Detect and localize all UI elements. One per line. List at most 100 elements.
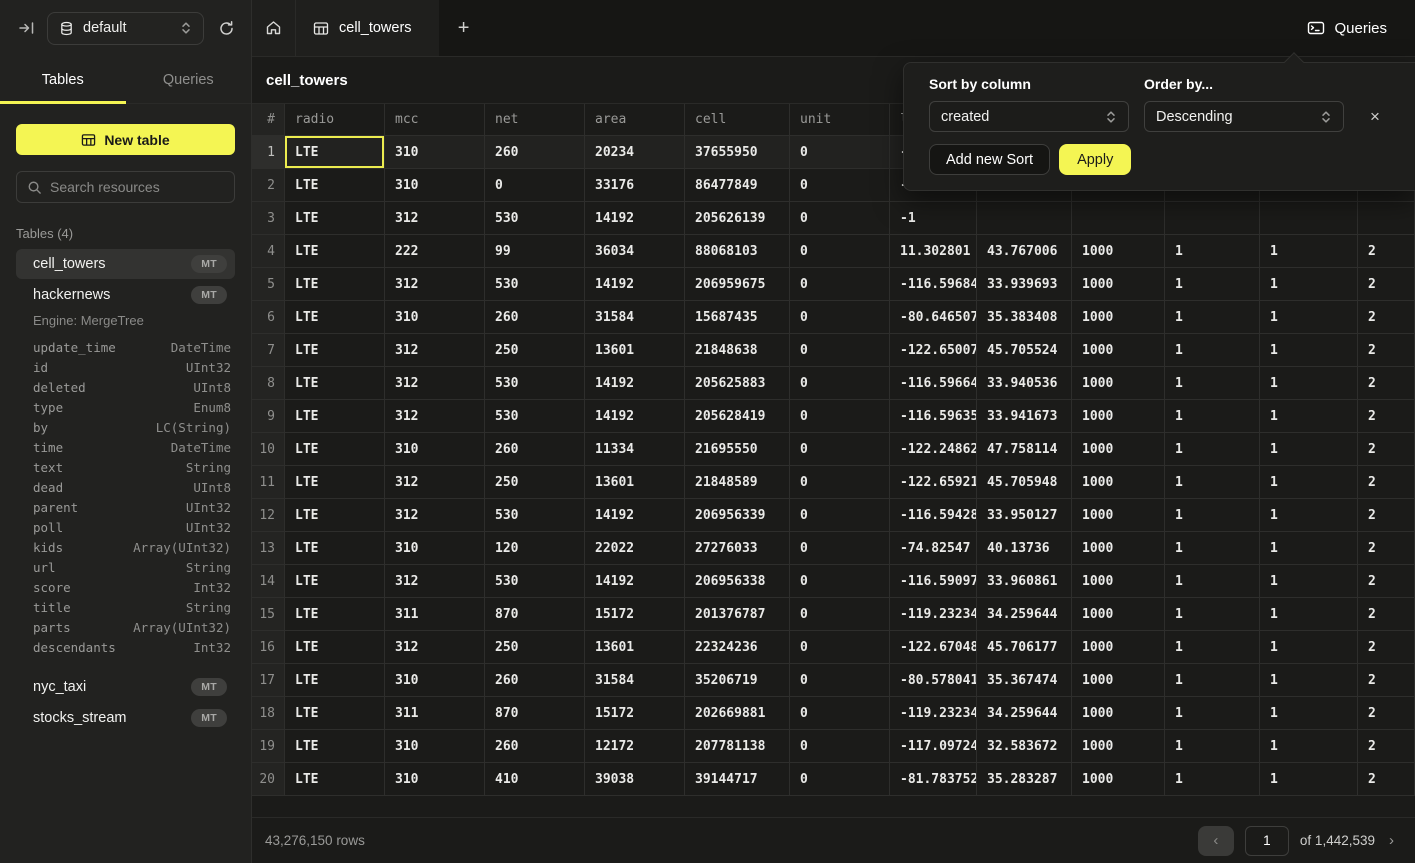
table-cell[interactable]: 206956339 — [685, 499, 790, 532]
table-cell[interactable]: 250 — [485, 334, 585, 367]
table-cell[interactable]: 0 — [790, 631, 890, 664]
table-cell[interactable]: 47.758114 — [977, 433, 1072, 466]
sidebar-tab-tables[interactable]: Tables — [0, 56, 126, 103]
next-page-button[interactable]: › — [1386, 832, 1397, 849]
table-cell[interactable]: 310 — [385, 532, 485, 565]
table-cell[interactable]: LTE — [285, 268, 385, 301]
table-cell[interactable]: 31584 — [585, 664, 685, 697]
table-cell[interactable]: 2 — [1358, 598, 1415, 631]
table-cell[interactable]: -116.594284 — [890, 499, 977, 532]
table-cell[interactable]: 1 — [1260, 664, 1358, 697]
table-cell[interactable]: 205625883 — [685, 367, 790, 400]
table-cell[interactable]: 311 — [385, 598, 485, 631]
table-cell[interactable]: 45.705524 — [977, 334, 1072, 367]
row-index[interactable]: 2 — [252, 169, 285, 202]
new-tab-button[interactable]: + — [439, 0, 489, 56]
table-cell[interactable]: LTE — [285, 532, 385, 565]
table-cell[interactable]: -117.097244 — [890, 730, 977, 763]
row-index[interactable]: 3 — [252, 202, 285, 235]
table-cell[interactable]: 0 — [790, 202, 890, 235]
table-cell[interactable]: LTE — [285, 433, 385, 466]
column-header-#[interactable]: # — [252, 104, 285, 136]
table-cell[interactable]: 530 — [485, 367, 585, 400]
table-cell[interactable]: -1 — [890, 202, 977, 235]
new-table-button[interactable]: New table — [16, 124, 235, 155]
table-cell[interactable]: 260 — [485, 664, 585, 697]
table-cell[interactable]: 0 — [790, 763, 890, 796]
row-index[interactable]: 10 — [252, 433, 285, 466]
table-cell[interactable]: 35.367474 — [977, 664, 1072, 697]
collapse-sidebar-icon[interactable] — [18, 20, 35, 36]
table-cell[interactable]: LTE — [285, 598, 385, 631]
table-cell[interactable]: 1000 — [1072, 466, 1165, 499]
table-cell[interactable]: LTE — [285, 367, 385, 400]
table-cell[interactable]: 2 — [1358, 235, 1415, 268]
column-header-net[interactable]: net — [485, 104, 585, 136]
table-cell[interactable]: -80.578041 — [890, 664, 977, 697]
sidebar-table-nyc_taxi[interactable]: nyc_taxiMT — [16, 672, 235, 702]
queries-button[interactable]: Queries — [1307, 0, 1415, 56]
table-cell[interactable]: 310 — [385, 136, 485, 169]
table-cell[interactable]: 260 — [485, 433, 585, 466]
table-cell[interactable]: -119.232346 — [890, 697, 977, 730]
add-new-sort-button[interactable]: Add new Sort — [929, 144, 1050, 175]
row-index[interactable]: 20 — [252, 763, 285, 796]
table-cell[interactable]: 34.259644 — [977, 697, 1072, 730]
row-index[interactable]: 7 — [252, 334, 285, 367]
table-cell[interactable]: 0 — [790, 301, 890, 334]
table-cell[interactable]: 410 — [485, 763, 585, 796]
table-cell[interactable]: -116.590973 — [890, 565, 977, 598]
table-cell[interactable]: 31584 — [585, 301, 685, 334]
table-cell[interactable]: 86477849 — [685, 169, 790, 202]
table-cell[interactable] — [1165, 202, 1260, 235]
table-cell[interactable]: 2 — [1358, 433, 1415, 466]
table-cell[interactable]: 1000 — [1072, 301, 1165, 334]
table-cell[interactable]: -116.596352 — [890, 400, 977, 433]
table-cell[interactable]: -116.596848 — [890, 268, 977, 301]
table-cell[interactable]: LTE — [285, 136, 385, 169]
table-cell[interactable]: 1000 — [1072, 565, 1165, 598]
table-cell[interactable]: 0 — [790, 697, 890, 730]
table-cell[interactable]: 1 — [1260, 466, 1358, 499]
table-cell[interactable]: 33176 — [585, 169, 685, 202]
table-cell[interactable] — [1260, 202, 1358, 235]
table-cell[interactable]: 11334 — [585, 433, 685, 466]
table-cell[interactable]: 13601 — [585, 334, 685, 367]
table-cell[interactable]: 1 — [1165, 466, 1260, 499]
table-cell[interactable]: -119.232346 — [890, 598, 977, 631]
table-cell[interactable]: 34.259644 — [977, 598, 1072, 631]
table-cell[interactable]: 1000 — [1072, 268, 1165, 301]
table-cell[interactable]: 1000 — [1072, 499, 1165, 532]
table-cell[interactable]: 99 — [485, 235, 585, 268]
apply-sort-button[interactable]: Apply — [1059, 144, 1131, 175]
table-cell[interactable]: 312 — [385, 565, 485, 598]
table-cell[interactable]: 35.383408 — [977, 301, 1072, 334]
table-cell[interactable]: -122.670486 — [890, 631, 977, 664]
table-cell[interactable]: 2 — [1358, 301, 1415, 334]
table-cell[interactable]: 32.583672 — [977, 730, 1072, 763]
table-cell[interactable]: 1 — [1165, 532, 1260, 565]
table-cell[interactable]: 1000 — [1072, 334, 1165, 367]
table-cell[interactable]: 0 — [790, 565, 890, 598]
column-header-radio[interactable]: radio — [285, 104, 385, 136]
table-cell[interactable]: 35.283287 — [977, 763, 1072, 796]
table-cell[interactable]: 33.939693 — [977, 268, 1072, 301]
table-cell[interactable]: 870 — [485, 697, 585, 730]
table-cell[interactable]: LTE — [285, 334, 385, 367]
table-cell[interactable]: 1 — [1260, 697, 1358, 730]
table-cell[interactable]: 45.705948 — [977, 466, 1072, 499]
table-cell[interactable]: -81.783752 — [890, 763, 977, 796]
table-cell[interactable]: 312 — [385, 334, 485, 367]
sidebar-table-hackernews[interactable]: hackernewsMT — [16, 280, 235, 310]
table-cell[interactable]: 0 — [790, 334, 890, 367]
table-cell[interactable]: 530 — [485, 268, 585, 301]
table-cell[interactable]: 205628419 — [685, 400, 790, 433]
table-cell[interactable]: 13601 — [585, 631, 685, 664]
table-cell[interactable]: 1 — [1260, 532, 1358, 565]
table-cell[interactable]: 12172 — [585, 730, 685, 763]
table-cell[interactable]: 36034 — [585, 235, 685, 268]
column-header-unit[interactable]: unit — [790, 104, 890, 136]
row-index[interactable]: 13 — [252, 532, 285, 565]
row-index[interactable]: 1 — [252, 136, 285, 169]
table-cell[interactable]: 312 — [385, 367, 485, 400]
